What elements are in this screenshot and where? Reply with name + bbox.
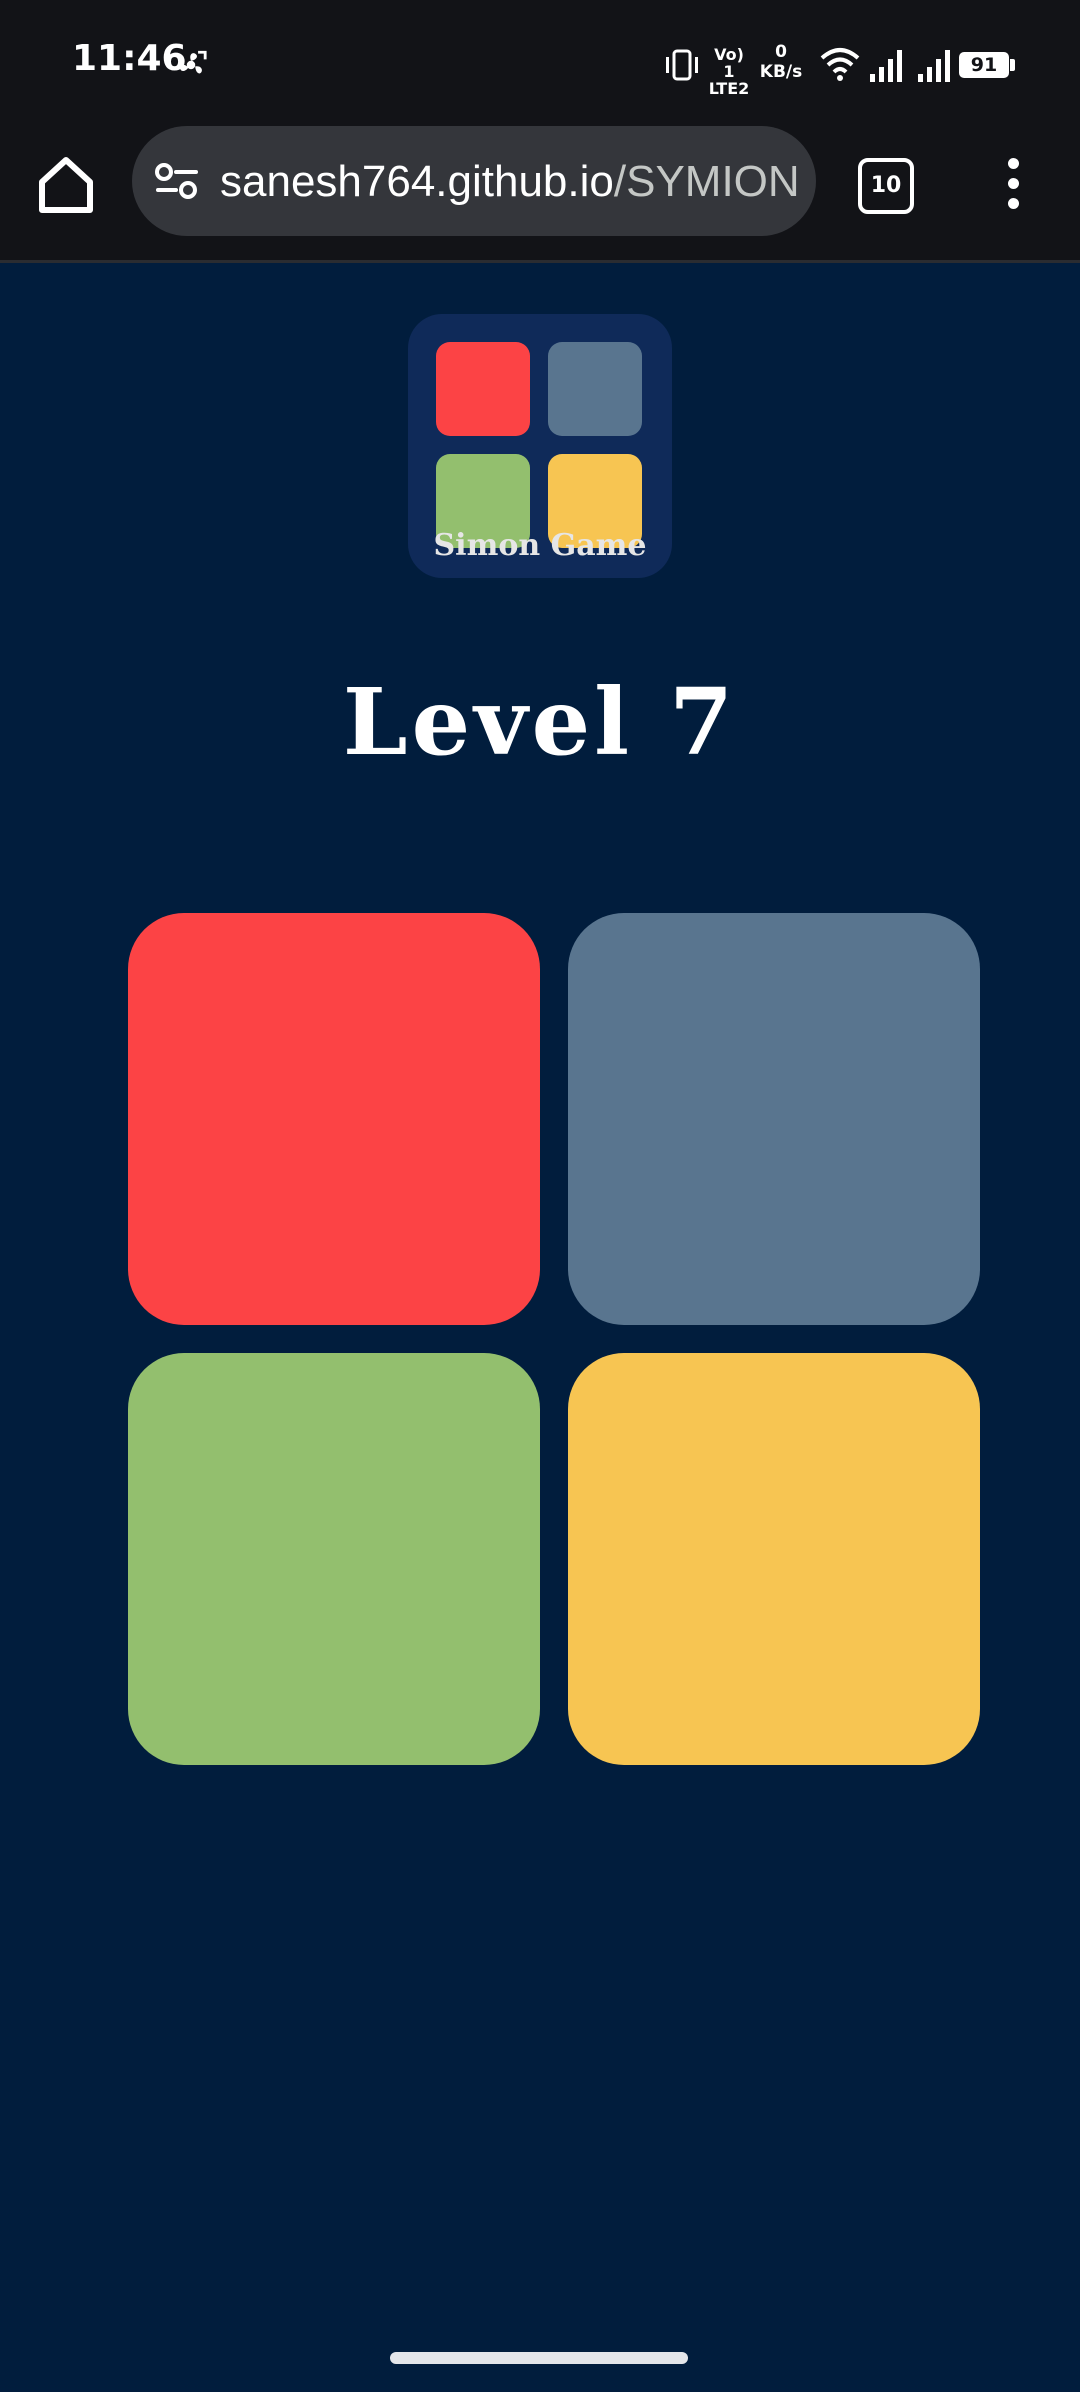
wifi-icon xyxy=(820,48,860,81)
vibrate-icon xyxy=(666,49,698,81)
signal-sim1-icon xyxy=(870,50,902,82)
speed-unit: KB/s xyxy=(759,62,803,82)
speed-value: 0 xyxy=(775,42,787,62)
network-type-label: Vo) 1 LTE2 xyxy=(706,46,752,97)
url-text[interactable]: sanesh764.github.io/SYMION xyxy=(220,154,810,210)
network-speed: 0 KB/s xyxy=(754,42,808,82)
lte-label: LTE2 xyxy=(708,79,750,98)
battery-icon: 91 xyxy=(959,52,1009,78)
logo-tile-blue xyxy=(548,342,642,436)
signal-sim2-icon xyxy=(918,50,950,82)
more-menu-icon[interactable] xyxy=(990,154,1038,214)
volte-label: Vo) 1 xyxy=(714,45,744,81)
browser-toolbar: sanesh764.github.io/SYMION 10 xyxy=(0,126,1080,263)
blue-pad[interactable] xyxy=(568,913,980,1325)
url-host: sanesh764.github.io xyxy=(220,157,614,206)
yellow-pad[interactable] xyxy=(568,1353,980,1765)
logo-tile-red xyxy=(436,342,530,436)
url-path: /SYMION xyxy=(613,157,800,206)
address-bar[interactable]: sanesh764.github.io/SYMION xyxy=(132,126,816,236)
hotspot-fan-icon xyxy=(180,50,207,74)
green-pad[interactable] xyxy=(128,1353,540,1765)
tab-switcher-button[interactable]: 10 xyxy=(858,158,914,214)
status-bar: 11:46 Vo) 1 LTE2 0 KB/s 91 xyxy=(0,0,1080,126)
simon-game-logo: Simon Game xyxy=(408,314,672,578)
level-title: Level 7 xyxy=(342,668,738,776)
app-root: 11:46 Vo) 1 LTE2 0 KB/s 91 sanesh764.git… xyxy=(0,0,1080,2392)
status-time: 11:46 xyxy=(72,38,187,79)
red-pad[interactable] xyxy=(128,913,540,1325)
home-icon[interactable] xyxy=(30,148,102,220)
gesture-navigation-bar[interactable] xyxy=(390,2352,688,2364)
battery-tip xyxy=(1010,59,1015,71)
logo-caption: Simon Game xyxy=(433,528,647,563)
site-settings-icon[interactable] xyxy=(154,160,200,202)
